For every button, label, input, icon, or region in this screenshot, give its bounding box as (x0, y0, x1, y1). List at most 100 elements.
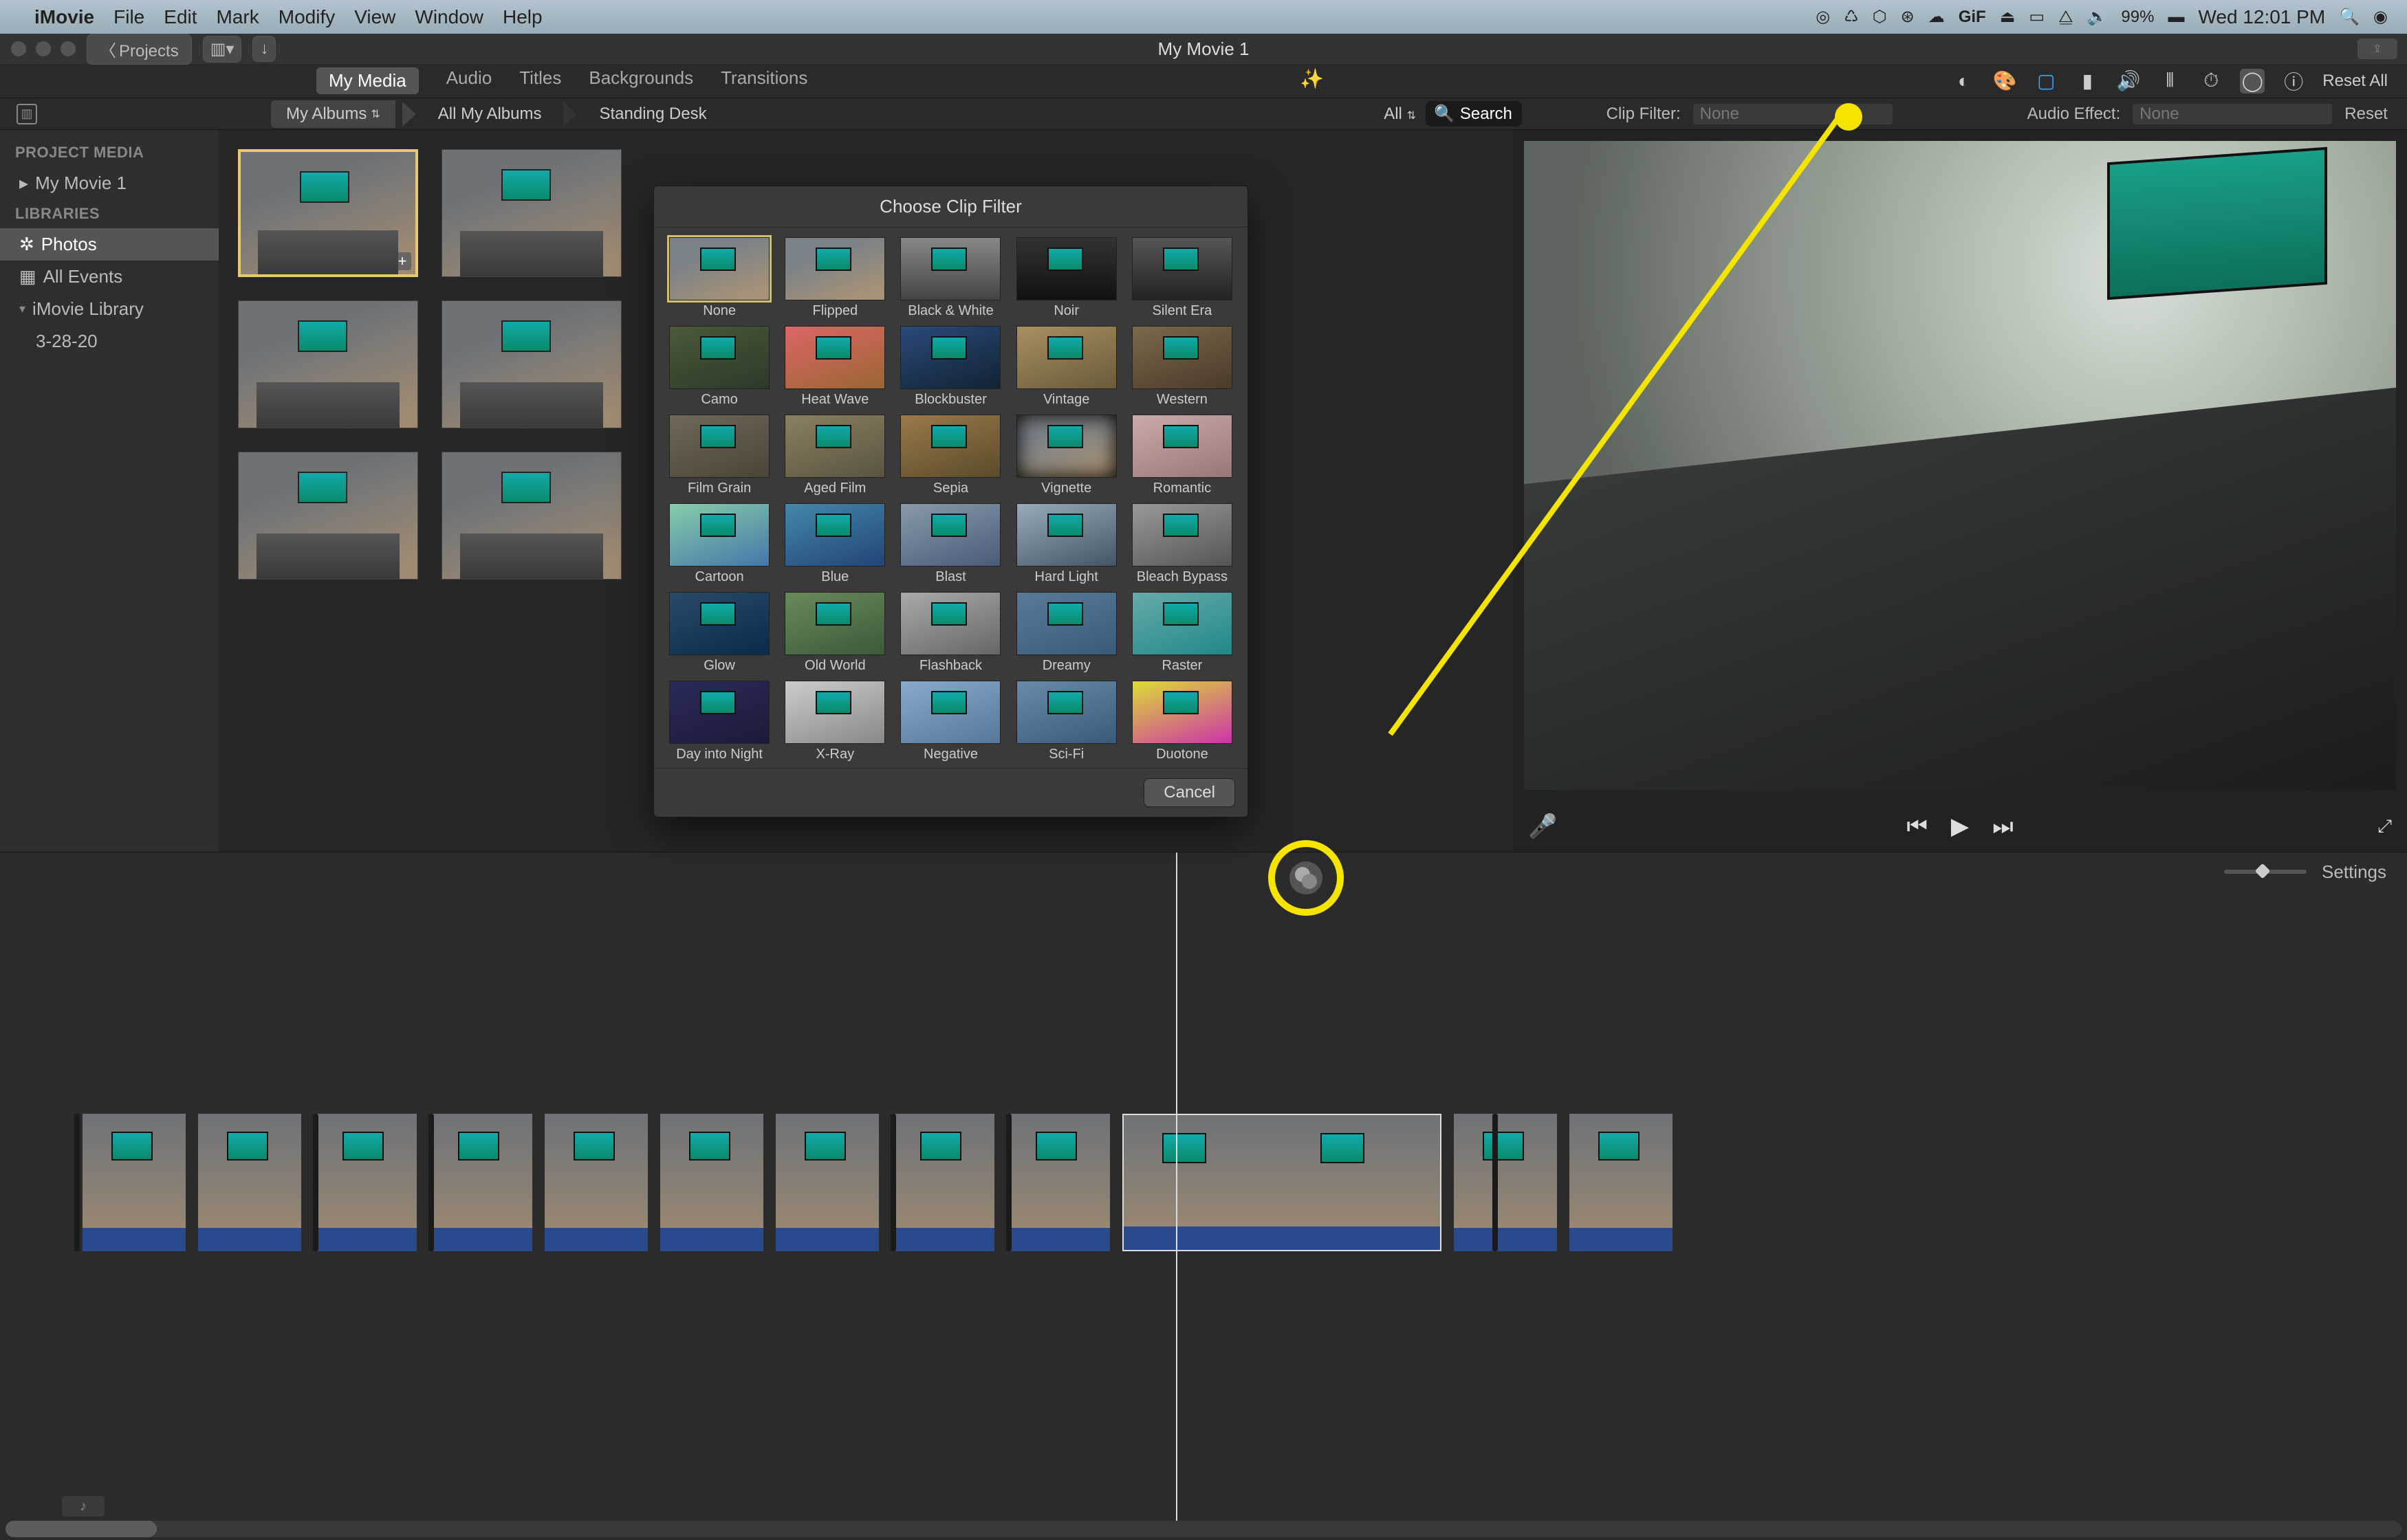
clip-edge-left[interactable] (74, 1114, 80, 1251)
crop-icon[interactable]: ▢ (2034, 69, 2058, 94)
clip-filter-icon[interactable]: ◯ (2240, 69, 2265, 94)
sidebar-all-events[interactable]: ▦ All Events (0, 261, 219, 293)
filter-black-white[interactable]: Black & White (899, 237, 1002, 319)
add-icon[interactable]: + (393, 252, 411, 270)
audio-effect-field[interactable]: None (2133, 104, 2332, 124)
music-track-icon[interactable]: ♪ (62, 1496, 105, 1517)
tab-audio[interactable]: Audio (446, 67, 492, 94)
filter-hard-light[interactable]: Hard Light (1015, 503, 1118, 585)
clock[interactable]: Wed 12:01 PM (2198, 6, 2325, 28)
timeline-clip[interactable] (198, 1114, 301, 1251)
projects-button[interactable]: 〈Projects (87, 34, 192, 65)
media-thumb[interactable]: + (238, 149, 418, 277)
share-button[interactable]: ⇪ (2357, 38, 2397, 59)
stabilize-icon[interactable]: ▮ (2075, 69, 2100, 94)
filter-camo[interactable]: Camo (668, 326, 771, 408)
enhance-wand-icon[interactable]: ✨ (1300, 67, 1324, 90)
zoom-slider[interactable] (2224, 870, 2307, 874)
filter-dreamy[interactable]: Dreamy (1015, 592, 1118, 674)
menu-file[interactable]: File (113, 6, 144, 28)
filter-all-dropdown[interactable]: All ⇅ (1384, 104, 1416, 124)
color-balance-icon[interactable]: ◐ (1951, 69, 1976, 94)
reset-all-button[interactable]: Reset All (2322, 72, 2388, 91)
tab-my-media[interactable]: My Media (316, 67, 419, 94)
filter-day-into-night[interactable]: Day into Night (668, 681, 771, 762)
sidebar-photos[interactable]: ✲ Photos (0, 228, 219, 261)
tab-backgrounds[interactable]: Backgrounds (589, 67, 693, 94)
filter-sci-fi[interactable]: Sci-Fi (1015, 681, 1118, 762)
filter-heat-wave[interactable]: Heat Wave (783, 326, 886, 408)
minimize-window-button[interactable] (36, 41, 51, 56)
clip-filter-field[interactable]: None (1693, 104, 1893, 124)
clip-edge[interactable] (1006, 1114, 1012, 1251)
tab-transitions[interactable]: Transitions (721, 67, 807, 94)
menu-edit[interactable]: Edit (164, 6, 197, 28)
layout-toggle-button[interactable]: ▥▾ (203, 36, 242, 63)
browser-layout-icon[interactable]: ▥ (17, 104, 37, 124)
filter-raster[interactable]: Raster (1131, 592, 1234, 674)
noise-reduce-icon[interactable]: ⫴ (2157, 69, 2182, 94)
menu-mark[interactable]: Mark (217, 6, 259, 28)
breadcrumb-all-albums[interactable]: All My Albums (423, 100, 557, 128)
clip-edge[interactable] (428, 1114, 434, 1251)
filter-sepia[interactable]: Sepia (899, 415, 1002, 496)
sidebar-imovie-library[interactable]: ▾iMovie Library (0, 293, 219, 325)
filter-blue[interactable]: Blue (783, 503, 886, 585)
clip-edge[interactable] (313, 1114, 318, 1251)
filter-film-grain[interactable]: Film Grain (668, 415, 771, 496)
sidebar-event[interactable]: 3-28-20 (0, 325, 219, 358)
display-icon[interactable]: ▭ (2029, 7, 2045, 27)
battery-icon[interactable]: ▬ (2168, 8, 2184, 27)
play-button[interactable]: ▶ (1951, 813, 1969, 840)
timeline-track[interactable] (83, 1114, 1673, 1251)
media-thumb[interactable] (442, 149, 622, 277)
status-icon-1[interactable]: ◎ (1816, 7, 1830, 27)
filter-blast[interactable]: Blast (899, 503, 1002, 585)
viewer-preview[interactable] (1524, 141, 2396, 790)
filter-flashback[interactable]: Flashback (899, 592, 1002, 674)
voiceover-icon[interactable]: 🎤 (1528, 813, 1557, 840)
menu-view[interactable]: View (354, 6, 395, 28)
breadcrumb-albums[interactable]: My Albums ⇅ (271, 100, 395, 128)
timeline-clip[interactable] (314, 1114, 417, 1251)
media-thumb[interactable] (238, 300, 418, 428)
timeline-clip-selected[interactable] (1122, 1114, 1441, 1251)
gif-icon[interactable]: GiF (1959, 8, 1986, 27)
speed-icon[interactable]: ⏱ (2199, 69, 2223, 94)
reset-button[interactable]: Reset (2344, 104, 2388, 124)
sidebar-project[interactable]: ▸ My Movie 1 (0, 167, 219, 199)
filter-x-ray[interactable]: X-Ray (783, 681, 886, 762)
cloud-icon[interactable]: ☁ (1928, 7, 1945, 27)
filter-vintage[interactable]: Vintage (1015, 326, 1118, 408)
clip-edge[interactable] (891, 1114, 896, 1251)
spotlight-icon[interactable]: 🔍 (2339, 7, 2360, 27)
info-icon[interactable]: ⓘ (2281, 69, 2306, 94)
timeline-clip[interactable] (1007, 1114, 1110, 1251)
status-icon-2[interactable]: ♺ (1844, 7, 1859, 27)
filter-vignette[interactable]: Vignette (1015, 415, 1118, 496)
timeline-clip[interactable] (891, 1114, 994, 1251)
close-window-button[interactable] (11, 41, 26, 56)
import-button[interactable]: ↓ (252, 36, 276, 62)
filter-old-world[interactable]: Old World (783, 592, 886, 674)
menu-modify[interactable]: Modify (279, 6, 335, 28)
next-button[interactable]: ⏭ (1992, 813, 2014, 840)
tab-titles[interactable]: Titles (519, 67, 561, 94)
filter-noir[interactable]: Noir (1015, 237, 1118, 319)
filter-bleach-bypass[interactable]: Bleach Bypass (1131, 503, 1234, 585)
timeline-settings[interactable]: Settings (2322, 861, 2386, 883)
volume-adjust-icon[interactable]: 🔊 (2116, 69, 2141, 94)
battery-percent[interactable]: 99% (2121, 8, 2154, 27)
menu-app[interactable]: iMovie (34, 6, 94, 28)
filter-aged-film[interactable]: Aged Film (783, 415, 886, 496)
filter-blockbuster[interactable]: Blockbuster (899, 326, 1002, 408)
filter-glow[interactable]: Glow (668, 592, 771, 674)
status-icon-4[interactable]: ⊛ (1901, 7, 1915, 27)
timeline-clip[interactable] (429, 1114, 532, 1251)
filter-cartoon[interactable]: Cartoon (668, 503, 771, 585)
dropbox-icon[interactable]: ⬡ (1873, 7, 1887, 27)
timeline-clip[interactable] (776, 1114, 879, 1251)
timeline-clip[interactable] (1569, 1114, 1673, 1251)
filter-duotone[interactable]: Duotone (1131, 681, 1234, 762)
menu-window[interactable]: Window (415, 6, 483, 28)
